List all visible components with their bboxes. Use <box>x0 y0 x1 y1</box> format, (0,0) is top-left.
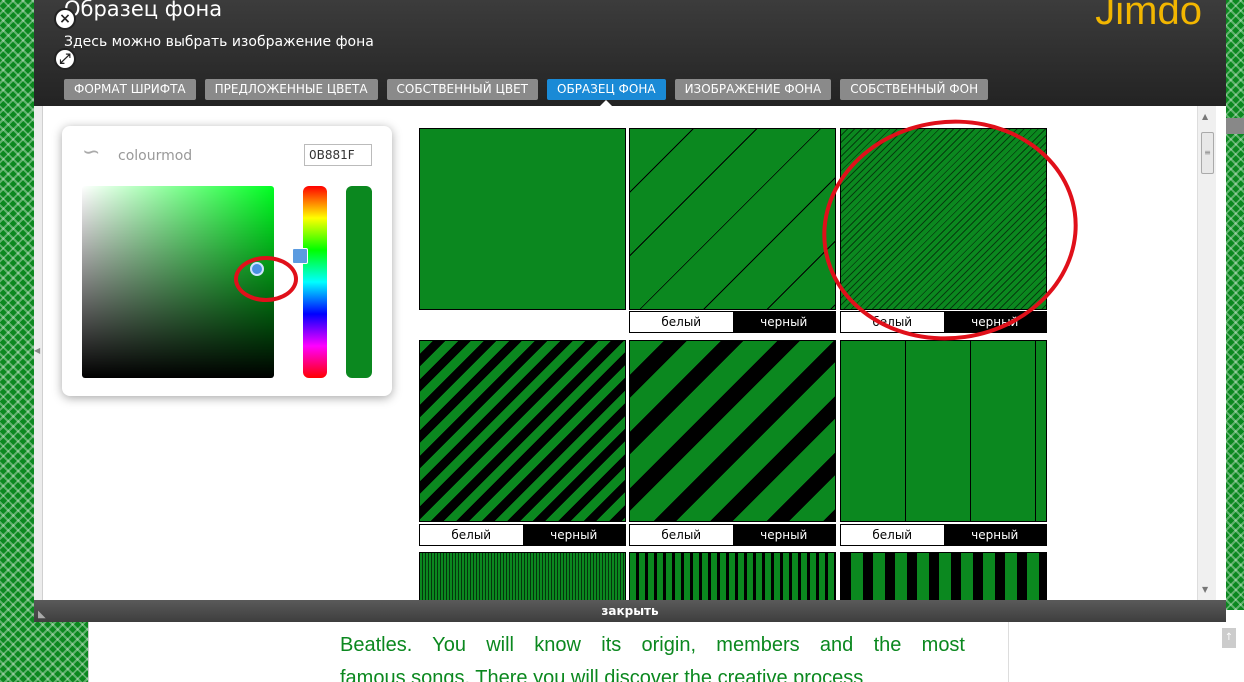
scroll-down-arrow-icon[interactable]: ▼ <box>1202 585 1208 594</box>
page-scrollbar-thumb[interactable] <box>1226 118 1244 134</box>
pattern-black-option[interactable]: черный <box>732 312 835 332</box>
tab-background-image[interactable]: ИЗОБРАЖЕНИЕ ФОНА <box>674 79 832 100</box>
pattern-fine-vertical-stripes[interactable] <box>419 552 626 600</box>
pattern-black-option[interactable]: черный <box>732 525 835 545</box>
pattern-black-option[interactable]: черный <box>522 525 625 545</box>
pattern-color-choice: белый черный <box>840 524 1047 546</box>
dialog-title: Образец фона <box>64 0 223 21</box>
tab-own-color[interactable]: СОБСТВЕННЫЙ ЦВЕТ <box>386 79 539 100</box>
dialog-subtitle: Здесь можно выбрать изображение фона <box>64 34 374 50</box>
resize-grip-icon[interactable]: ◣ <box>38 604 46 626</box>
pattern-white-option[interactable]: белый <box>841 525 944 545</box>
hex-color-input[interactable] <box>304 144 372 166</box>
pattern-color-choice: белый черный <box>629 524 836 546</box>
tab-suggested-colors[interactable]: ПРЕДЛОЖЕННЫЕ ЦВЕТА <box>204 79 378 100</box>
jimdo-logo: Jimdo <box>1095 0 1202 30</box>
scrollbar-thumb[interactable]: ≡ <box>1201 132 1214 174</box>
pattern-white-option[interactable]: белый <box>420 525 523 545</box>
tab-background-pattern[interactable]: ОБРАЗЕЦ ФОНА <box>547 79 666 106</box>
dialog-scrollbar[interactable]: ▲ ≡ ▼ <box>1197 106 1216 600</box>
hue-slider-handle[interactable] <box>292 248 308 264</box>
pattern-white-option[interactable]: белый <box>630 525 733 545</box>
pattern-color-choice: белый черный <box>629 311 836 333</box>
pattern-wide-diagonal-stripes[interactable] <box>629 340 836 522</box>
pattern-thin-diagonal[interactable] <box>629 128 836 310</box>
hue-slider-track[interactable] <box>303 186 327 378</box>
site-text-line: Beatles. You will know its origin, membe… <box>340 634 965 656</box>
colourmod-panel: ∽ colourmod <box>62 126 392 396</box>
pattern-color-choice: белый черный <box>419 524 626 546</box>
left-collapse-bar[interactable]: ◀ <box>34 106 43 600</box>
colourmod-logo-icon: ∽ <box>82 140 101 165</box>
scroll-up-arrow-icon[interactable]: ▲ <box>1202 112 1208 121</box>
close-label[interactable]: закрыть <box>601 604 658 618</box>
collapse-arrow-icon: ◀ <box>34 346 41 355</box>
color-preview <box>346 186 372 378</box>
annotation-circle-marker <box>234 256 298 302</box>
close-bar[interactable]: ◣ закрыть <box>34 600 1226 622</box>
site-text-line-partial: famous songs. There you will discover th… <box>340 668 864 682</box>
pattern-wide-vertical-stripes[interactable] <box>840 552 1047 600</box>
pattern-white-option[interactable]: белый <box>630 312 733 332</box>
scroll-to-top-button[interactable]: ↑ <box>1222 628 1236 648</box>
colourmod-name: colourmod <box>118 148 193 164</box>
tab-own-background[interactable]: СОБСТВЕННЫЙ ФОН <box>840 79 989 100</box>
pattern-black-option[interactable]: черный <box>943 525 1046 545</box>
expand-icon[interactable]: ⤢ <box>54 48 76 70</box>
tab-font-format[interactable]: ФОРМАТ ШРИФТА <box>64 79 196 100</box>
dialog-header: Образец фона Здесь можно выбрать изображ… <box>34 0 1226 106</box>
pattern-medium-vertical-stripes[interactable] <box>629 552 836 600</box>
pattern-vertical-lines[interactable] <box>840 340 1047 522</box>
close-icon[interactable]: × <box>54 8 76 30</box>
background-pattern-dialog: Образец фона Здесь можно выбрать изображ… <box>34 0 1226 622</box>
tab-bar: ФОРМАТ ШРИФТА ПРЕДЛОЖЕННЫЕ ЦВЕТА СОБСТВЕ… <box>64 79 989 106</box>
pattern-solid[interactable] <box>419 128 626 310</box>
pattern-medium-diagonal-stripes[interactable] <box>419 340 626 522</box>
